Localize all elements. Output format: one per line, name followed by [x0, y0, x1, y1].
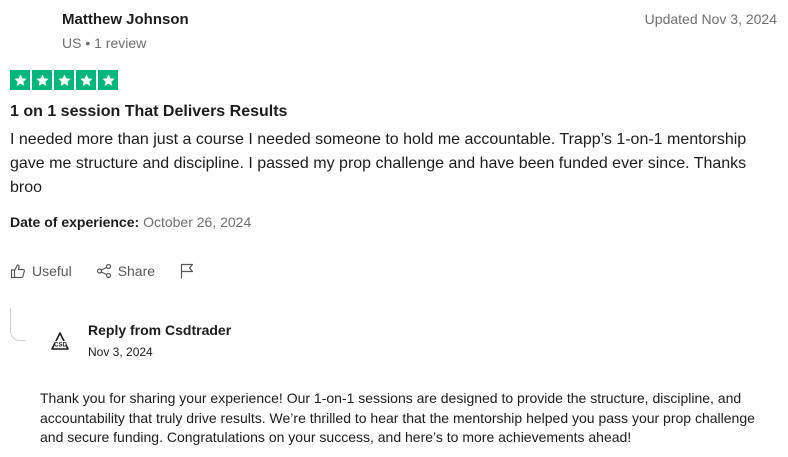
star-rating — [10, 70, 118, 90]
star-icon — [98, 70, 118, 90]
updated-date: Updated Nov 3, 2024 — [644, 11, 777, 27]
star-icon — [76, 70, 96, 90]
flag-icon — [180, 263, 194, 279]
share-icon — [96, 263, 111, 279]
csd-logo-text: CSD — [54, 342, 67, 348]
star-icon — [32, 70, 52, 90]
review-actions: Useful Share — [10, 263, 219, 279]
reviewer-meta: US • 1 review — [62, 35, 147, 51]
report-button[interactable] — [179, 263, 195, 279]
useful-label: Useful — [32, 263, 72, 279]
star-icon — [10, 70, 30, 90]
thumbs-up-icon — [10, 264, 25, 279]
star-icon — [54, 70, 74, 90]
share-label: Share — [117, 263, 156, 279]
share-button[interactable]: Share — [96, 263, 155, 279]
review-title: 1 on 1 session That Delivers Results — [10, 103, 288, 120]
reply-text: Thank you for sharing your experience! O… — [40, 390, 755, 445]
useful-button[interactable]: Useful — [10, 263, 72, 279]
date-of-experience-value: October 26, 2024 — [143, 214, 252, 230]
review-body: I needed more than just a course I neede… — [10, 131, 747, 196]
csd-logo-icon: CSD — [51, 332, 69, 350]
reviewer-name[interactable]: Matthew Johnson — [62, 11, 189, 28]
reply-from: Reply from Csdtrader — [88, 322, 232, 338]
reply-connector — [10, 308, 25, 341]
reply-date: Nov 3, 2024 — [88, 345, 153, 359]
date-of-experience-label: Date of experience: — [10, 214, 140, 230]
date-of-experience: Date of experience: October 26, 2024 — [10, 214, 251, 230]
